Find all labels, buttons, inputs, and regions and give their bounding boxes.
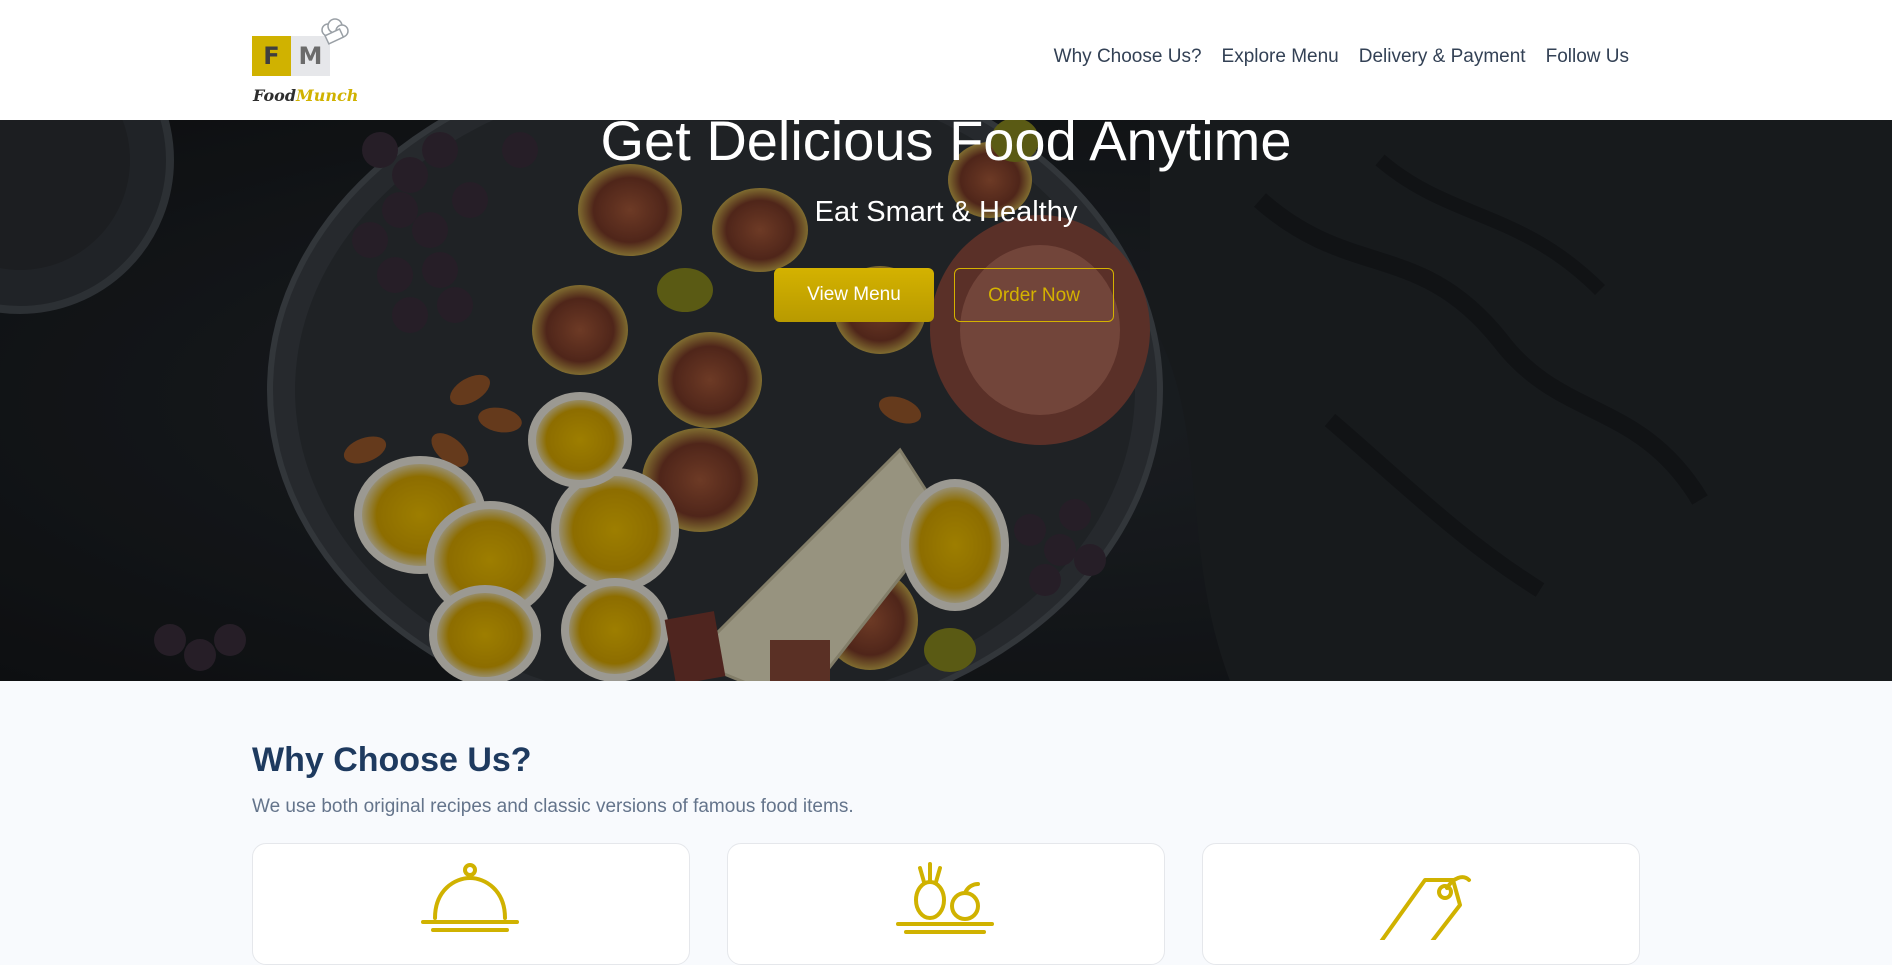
navbar: F M FoodMunch Why Choose Us? Explore Men… bbox=[0, 0, 1892, 120]
why-choose-us-section: Why Choose Us? We use both original reci… bbox=[0, 681, 1892, 965]
hero-banner: Get Delicious Food Anytime Eat Smart & H… bbox=[0, 120, 1892, 681]
nav-follow-us[interactable]: Follow Us bbox=[1546, 46, 1629, 68]
nav-delivery-payment[interactable]: Delivery & Payment bbox=[1359, 46, 1526, 68]
logo-letter-f: F bbox=[252, 36, 291, 76]
feature-card-affordable-price bbox=[1202, 843, 1640, 965]
feature-card-food-service bbox=[252, 843, 690, 965]
brand-name-food: Food bbox=[253, 86, 297, 105]
why-choose-us-heading: Why Choose Us? bbox=[252, 741, 532, 779]
chef-hat-icon bbox=[321, 18, 349, 45]
brand-name-munch: Munch bbox=[296, 86, 359, 105]
nav-why-choose-us[interactable]: Why Choose Us? bbox=[1054, 46, 1202, 68]
price-tag-icon bbox=[1379, 875, 1471, 940]
nav-links: Why Choose Us? Explore Menu Delivery & P… bbox=[1054, 46, 1629, 68]
order-now-button[interactable]: Order Now bbox=[954, 268, 1114, 322]
nav-explore-menu[interactable]: Explore Menu bbox=[1222, 46, 1339, 68]
hero-subtitle: Eat Smart & Healthy bbox=[814, 196, 1078, 228]
brand-logo[interactable]: F M FoodMunch bbox=[252, 18, 358, 108]
feature-card-fresh-produce bbox=[727, 843, 1165, 965]
fresh-produce-icon bbox=[896, 862, 994, 934]
brand-name: FoodMunch bbox=[253, 86, 358, 105]
view-menu-button[interactable]: View Menu bbox=[774, 268, 934, 322]
why-choose-us-description: We use both original recipes and classic… bbox=[252, 796, 854, 817]
food-cloche-icon bbox=[421, 863, 519, 932]
hero-title: Get Delicious Food Anytime bbox=[600, 120, 1292, 172]
